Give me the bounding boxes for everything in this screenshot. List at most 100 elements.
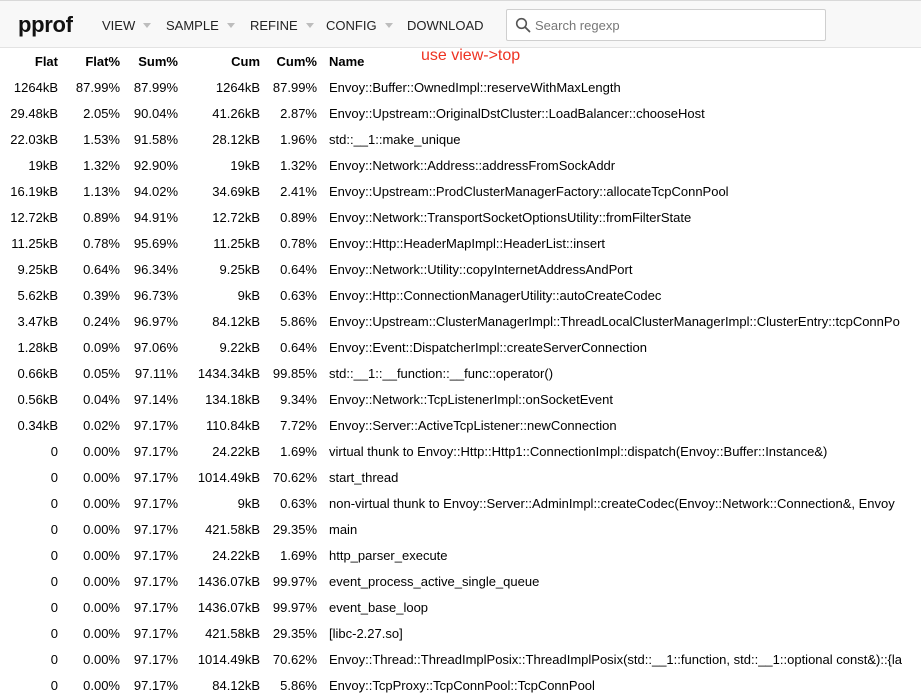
flat-percent-cell: 0.64% xyxy=(83,261,120,277)
table-row[interactable]: 0.34kB 0.02% 97.17% 110.84kB 7.72% Envoy::Ser… xyxy=(0,412,921,438)
name-cell: Envoy::Network::Utility::copyInternetAdd… xyxy=(329,261,633,277)
table-row[interactable]: 0 0.00% 97.17% 24.22kB 1.69% virtual thunk to… xyxy=(0,438,921,464)
table-row[interactable]: 0 0.00% 97.17% 1014.49kB 70.62% Envoy::Thread… xyxy=(0,646,921,672)
flat-percent-cell: 0.00% xyxy=(83,677,120,693)
table-row[interactable]: 0.66kB 0.05% 97.11% 1434.34kB 99.85% std::__1… xyxy=(0,360,921,386)
sum-percent-cell: 96.73% xyxy=(133,287,178,303)
name-cell: start_thread xyxy=(329,469,399,485)
flat-cell: 0 xyxy=(50,469,58,485)
column-header-flat[interactable]: Flat xyxy=(0,48,62,74)
cum-cell: 1014.49kB xyxy=(197,651,260,667)
sum-percent-cell: 97.06% xyxy=(133,339,178,355)
flat-percent-cell: 87.99% xyxy=(75,79,120,95)
name-cell: event_process_active_single_queue xyxy=(329,573,540,589)
flat-percent-cell: 0.24% xyxy=(83,313,120,329)
name-cell: Envoy::Upstream::ProdClusterManagerFacto… xyxy=(329,183,729,199)
table-row[interactable]: 0 0.00% 97.17% 9kB 0.63% non-virtual thunk to… xyxy=(0,490,921,516)
table-row[interactable]: 0 0.00% 97.17% 421.58kB 29.35% main xyxy=(0,516,921,542)
column-header-name[interactable]: Name xyxy=(321,48,921,74)
menu-view-label: VIEW xyxy=(102,18,136,33)
name-cell: Envoy::Thread::ThreadImplPosix::ThreadIm… xyxy=(329,651,903,667)
flat-percent-cell: 0.00% xyxy=(83,625,120,641)
flat-cell: 0 xyxy=(50,651,58,667)
sum-percent-cell: 97.17% xyxy=(133,547,178,563)
table-row[interactable]: 11.25kB 0.78% 95.69% 11.25kB 0.78% Envoy::Htt… xyxy=(0,230,921,256)
cum-percent-cell: 1.69% xyxy=(280,443,317,459)
table-row[interactable]: 16.19kB 1.13% 94.02% 34.69kB 2.41% Envoy::Ups… xyxy=(0,178,921,204)
table-row[interactable]: 12.72kB 0.89% 94.91% 12.72kB 0.89% Envoy::Net… xyxy=(0,204,921,230)
table-row[interactable]: 0 0.00% 97.17% 421.58kB 29.35% [libc-2.27.so] xyxy=(0,620,921,646)
flat-percent-cell: 0.00% xyxy=(83,651,120,667)
name-cell: Envoy::Network::TransportSocketOptionsUt… xyxy=(329,209,692,225)
cum-percent-cell: 2.41% xyxy=(280,183,317,199)
flat-percent-cell: 0.02% xyxy=(83,417,120,433)
table-row[interactable]: 1264kB 87.99% 87.99% 1264kB 87.99% Envoy::Buf… xyxy=(0,74,921,100)
menu-download[interactable]: DOWNLOAD xyxy=(407,18,484,33)
menu-sample[interactable]: SAMPLE xyxy=(166,18,235,33)
menu-refine-label: REFINE xyxy=(250,18,298,33)
cum-percent-cell: 99.85% xyxy=(272,365,317,381)
flat-cell: 3.47kB xyxy=(17,313,58,329)
flat-cell: 0.66kB xyxy=(17,365,58,381)
table-row[interactable]: 3.47kB 0.24% 96.97% 84.12kB 5.86% Envoy::Upst… xyxy=(0,308,921,334)
table-row[interactable]: 19kB 1.32% 92.90% 19kB 1.32% Envoy::Network::… xyxy=(0,152,921,178)
menu-config[interactable]: CONFIG xyxy=(326,18,393,33)
menu-refine[interactable]: REFINE xyxy=(250,18,314,33)
table-row[interactable]: 5.62kB 0.39% 96.73% 9kB 0.63% Envoy::Http::Co… xyxy=(0,282,921,308)
app-logo[interactable]: pprof xyxy=(18,12,73,38)
flat-percent-cell: 0.05% xyxy=(83,365,120,381)
flat-cell: 5.62kB xyxy=(17,287,58,303)
table-row[interactable]: 1.28kB 0.09% 97.06% 9.22kB 0.64% Envoy::Event… xyxy=(0,334,921,360)
menu-view[interactable]: VIEW xyxy=(102,18,152,33)
name-cell: virtual thunk to Envoy::Http::Http1::Con… xyxy=(329,443,828,459)
sum-percent-cell: 97.17% xyxy=(133,651,178,667)
sum-percent-cell: 97.17% xyxy=(133,417,178,433)
flat-cell: 0.34kB xyxy=(17,417,58,433)
cum-cell: 84.12kB xyxy=(212,677,260,693)
flat-cell: 0 xyxy=(50,547,58,563)
name-cell: Envoy::Network::Address::addressFromSock… xyxy=(329,157,616,173)
cum-percent-cell: 99.97% xyxy=(272,573,317,589)
cum-cell: 1436.07kB xyxy=(197,573,260,589)
table-row[interactable]: 0.56kB 0.04% 97.14% 134.18kB 9.34% Envoy::Net… xyxy=(0,386,921,412)
cum-cell: 110.84kB xyxy=(206,417,260,433)
column-header-cum[interactable]: Cum xyxy=(182,48,264,74)
cum-percent-cell: 5.86% xyxy=(280,677,317,693)
cum-percent-cell: 87.99% xyxy=(272,79,317,95)
column-header-sum-percent[interactable]: Sum% xyxy=(124,48,182,74)
cum-cell: 34.69kB xyxy=(212,183,260,199)
flat-cell: 0 xyxy=(50,625,58,641)
table-row[interactable]: 9.25kB 0.64% 96.34% 9.25kB 0.64% Envoy::Netwo… xyxy=(0,256,921,282)
cum-percent-cell: 5.86% xyxy=(280,313,317,329)
table-row[interactable]: 0 0.00% 97.17% 1436.07kB 99.97% event_process… xyxy=(0,568,921,594)
flat-percent-cell: 0.00% xyxy=(83,443,120,459)
flat-cell: 1.28kB xyxy=(17,339,58,355)
sum-percent-cell: 97.17% xyxy=(133,677,178,693)
sum-percent-cell: 96.97% xyxy=(133,313,178,329)
name-cell: main xyxy=(329,521,358,537)
column-header-flat-percent[interactable]: Flat% xyxy=(62,48,124,74)
sum-percent-cell: 90.04% xyxy=(133,105,178,121)
cum-cell: 1434.34kB xyxy=(197,365,260,381)
sum-percent-cell: 97.17% xyxy=(133,599,178,615)
table-row[interactable]: 22.03kB 1.53% 91.58% 28.12kB 1.96% std::__1::… xyxy=(0,126,921,152)
table-row[interactable]: 0 0.00% 97.17% 24.22kB 1.69% http_parser_exec… xyxy=(0,542,921,568)
table-row[interactable]: 0 0.00% 97.17% 1014.49kB 70.62% start_thread xyxy=(0,464,921,490)
sum-percent-cell: 91.58% xyxy=(133,131,178,147)
table-row[interactable]: 0 0.00% 97.17% 84.12kB 5.86% Envoy::TcpProxy:… xyxy=(0,672,921,698)
sum-percent-cell: 97.17% xyxy=(133,469,178,485)
flat-cell: 12.72kB xyxy=(10,209,58,225)
table-row[interactable]: 29.48kB 2.05% 90.04% 41.26kB 2.87% Envoy::Ups… xyxy=(0,100,921,126)
search-input[interactable] xyxy=(535,15,820,35)
cum-percent-cell: 70.62% xyxy=(272,651,317,667)
column-header-cum-percent[interactable]: Cum% xyxy=(264,48,321,74)
cum-percent-cell: 7.72% xyxy=(280,417,317,433)
name-cell: http_parser_execute xyxy=(329,547,448,563)
table-row[interactable]: 0 0.00% 97.17% 1436.07kB 99.97% event_base_lo… xyxy=(0,594,921,620)
name-cell: std::__1::make_unique xyxy=(329,131,461,147)
flat-percent-cell: 0.04% xyxy=(83,391,120,407)
name-cell: non-virtual thunk to Envoy::Server::Admi… xyxy=(329,495,895,511)
sum-percent-cell: 97.11% xyxy=(134,365,178,381)
flat-percent-cell: 0.00% xyxy=(83,573,120,589)
table-header-row: Flat Flat% Sum% Cum Cum% Name xyxy=(0,48,921,74)
